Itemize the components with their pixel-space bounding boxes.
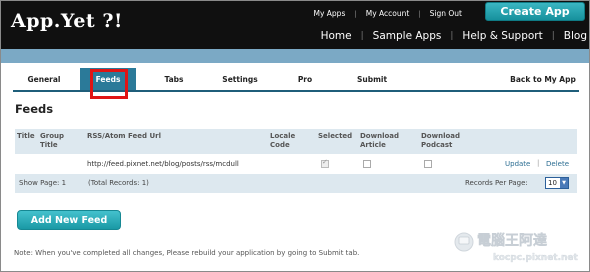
svg-text:kocpc.pixnet.net: kocpc.pixnet.net bbox=[493, 253, 579, 263]
col-group-title: Group Title bbox=[40, 132, 65, 149]
table-footer: Show Page: 1 (Total Records: 1) Records … bbox=[15, 174, 577, 193]
app-logo[interactable]: App.Yet ?! bbox=[11, 10, 123, 32]
nav-help-support[interactable]: Help & Support bbox=[453, 30, 551, 42]
app-window: App.Yet ?! My Apps | My Account | Sign O… bbox=[0, 0, 590, 272]
tab-submit[interactable]: Submit bbox=[344, 68, 400, 90]
show-page-text: Show Page: 1 bbox=[19, 179, 67, 187]
svg-text:電腦王阿達: 電腦王阿達 bbox=[477, 232, 547, 249]
col-download-podcast: Download Podcast bbox=[421, 132, 461, 149]
back-to-my-app-link[interactable]: Back to My App bbox=[507, 68, 579, 90]
download-article-checkbox[interactable] bbox=[363, 160, 371, 168]
nav-blog[interactable]: Blog bbox=[555, 30, 589, 42]
rebuild-note: Note: When you've completed all changes,… bbox=[14, 249, 360, 257]
my-apps-link[interactable]: My Apps bbox=[305, 9, 355, 18]
sign-out-link[interactable]: Sign Out bbox=[421, 9, 471, 18]
tab-pro[interactable]: Pro bbox=[285, 68, 325, 90]
tab-settings[interactable]: Settings bbox=[213, 68, 267, 90]
separator: | bbox=[537, 159, 540, 167]
records-per-page-label: Records Per Page: bbox=[465, 179, 528, 187]
update-link[interactable]: Update bbox=[505, 160, 530, 168]
col-title: Title bbox=[17, 132, 35, 140]
col-locale-code: Locale Code bbox=[270, 132, 296, 149]
tab-tabs[interactable]: Tabs bbox=[149, 68, 199, 90]
col-url: RSS/Atom Feed Url bbox=[87, 132, 161, 140]
account-links: My Apps | My Account | Sign Out bbox=[305, 9, 472, 18]
feeds-table: Title Group Title RSS/Atom Feed Url Loca… bbox=[15, 129, 577, 193]
tab-general[interactable]: General bbox=[13, 68, 75, 90]
page-title: Feeds bbox=[15, 102, 54, 116]
col-selected: Selected bbox=[318, 132, 353, 140]
col-download-article: Download Article bbox=[360, 132, 400, 149]
chevron-down-icon: ▼ bbox=[560, 178, 568, 188]
create-app-button[interactable]: Create App bbox=[485, 2, 585, 21]
selected-checkbox[interactable] bbox=[321, 158, 329, 168]
site-header: App.Yet ?! My Apps | My Account | Sign O… bbox=[1, 1, 589, 49]
watermark-logo: 電腦王阿達 kocpc.pixnet.net bbox=[454, 232, 579, 263]
records-per-page-select[interactable]: 10 ▼ bbox=[545, 177, 569, 189]
total-records-text: (Total Records: 1) bbox=[88, 179, 149, 187]
delete-link[interactable]: Delete bbox=[546, 160, 569, 168]
nav-home[interactable]: Home bbox=[312, 30, 361, 42]
highlight-box bbox=[90, 69, 128, 99]
add-new-feed-button[interactable]: Add New Feed bbox=[17, 210, 121, 230]
table-header: Title Group Title RSS/Atom Feed Url Loca… bbox=[15, 129, 577, 154]
nav-sample-apps[interactable]: Sample Apps bbox=[364, 30, 451, 42]
download-podcast-checkbox[interactable] bbox=[424, 160, 432, 168]
feed-url: http://feed.pixnet.net/blog/posts/rss/mc… bbox=[87, 160, 239, 168]
header-strip bbox=[1, 49, 589, 63]
records-per-page-value: 10 bbox=[548, 179, 557, 187]
my-account-link[interactable]: My Account bbox=[357, 9, 419, 18]
main-nav: Home | Sample Apps | Help & Support | Bl… bbox=[312, 30, 589, 42]
table-row: http://feed.pixnet.net/blog/posts/rss/mc… bbox=[15, 154, 577, 174]
